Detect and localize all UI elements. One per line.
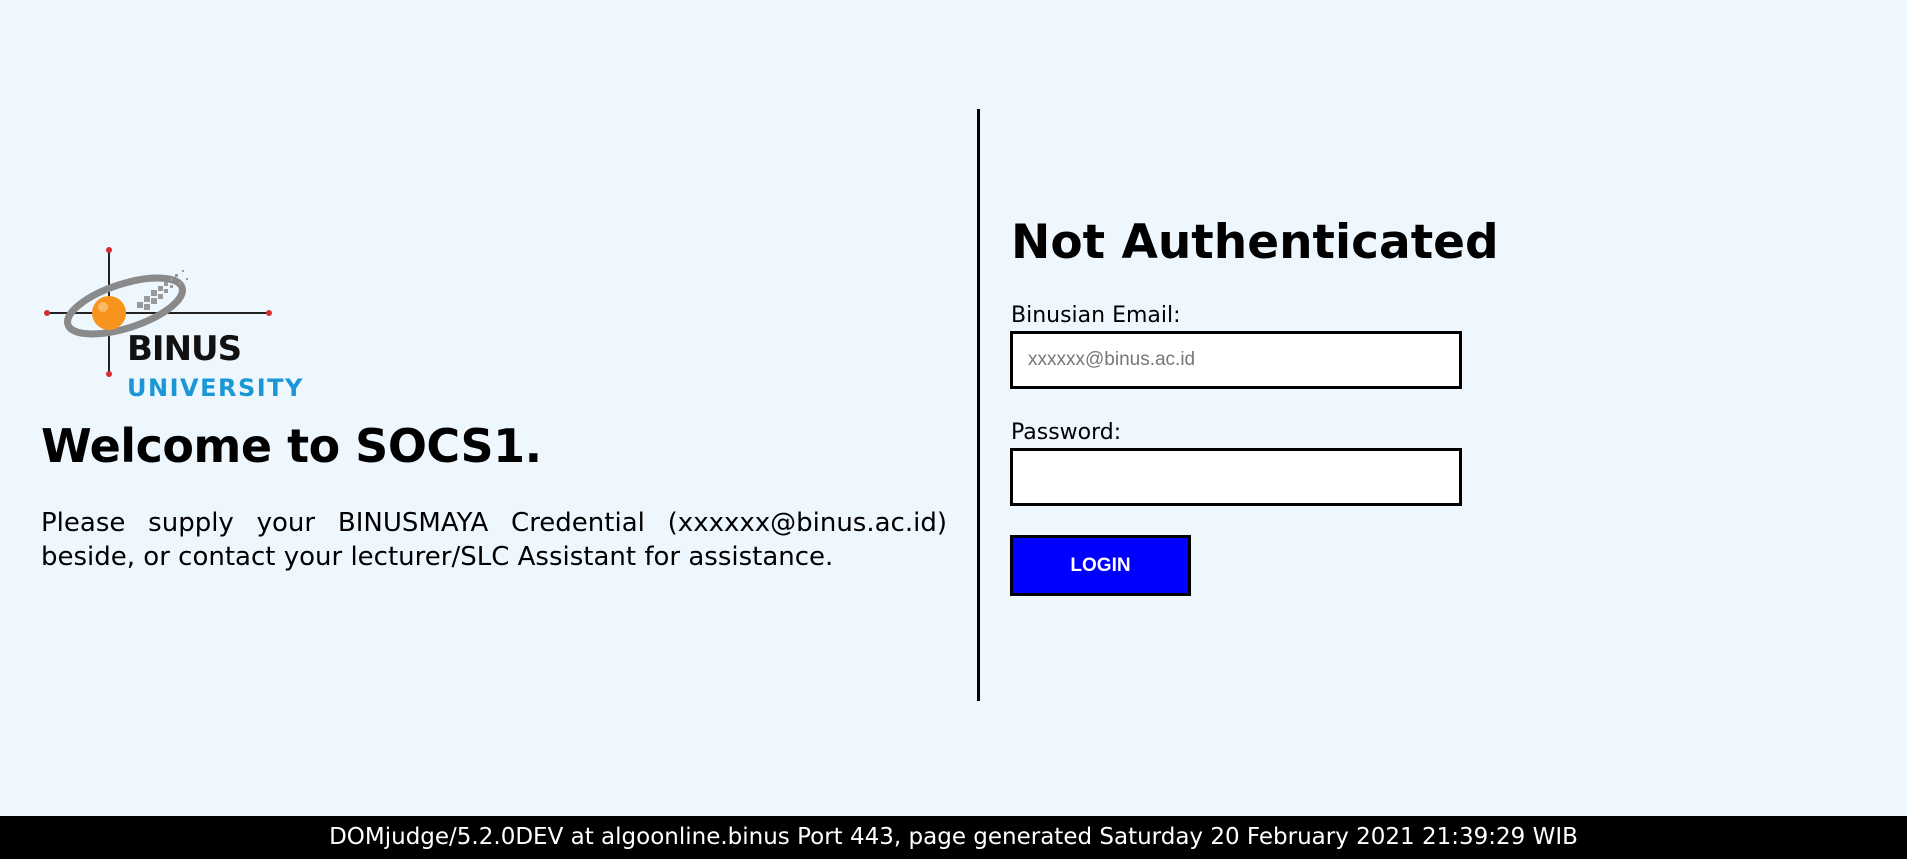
page-footer: DOMjudge/5.2.0DEV at algoonline.binus Po… (0, 816, 1907, 859)
auth-status-title: Not Authenticated (1011, 215, 1499, 270)
password-label: Password: (1011, 420, 1122, 445)
email-label: Binusian Email: (1011, 303, 1181, 328)
logo-subtitle-text: UNIVERSITY (127, 374, 304, 402)
binus-logo: BINUS UNIVERSITY (41, 240, 321, 410)
logo-brand-text: BINUS (127, 329, 242, 369)
password-field[interactable] (1010, 448, 1462, 506)
login-button[interactable]: LOGIN (1010, 535, 1191, 596)
welcome-panel: BINUS UNIVERSITY (41, 240, 947, 410)
email-field[interactable] (1010, 331, 1462, 389)
login-instructions: Please supply your BINUSMAYA Credential … (41, 508, 947, 572)
vertical-divider (977, 109, 980, 701)
footer-text: DOMjudge/5.2.0DEV at algoonline.binus Po… (329, 824, 1578, 850)
welcome-heading: Welcome to SOCS1. (41, 419, 542, 473)
